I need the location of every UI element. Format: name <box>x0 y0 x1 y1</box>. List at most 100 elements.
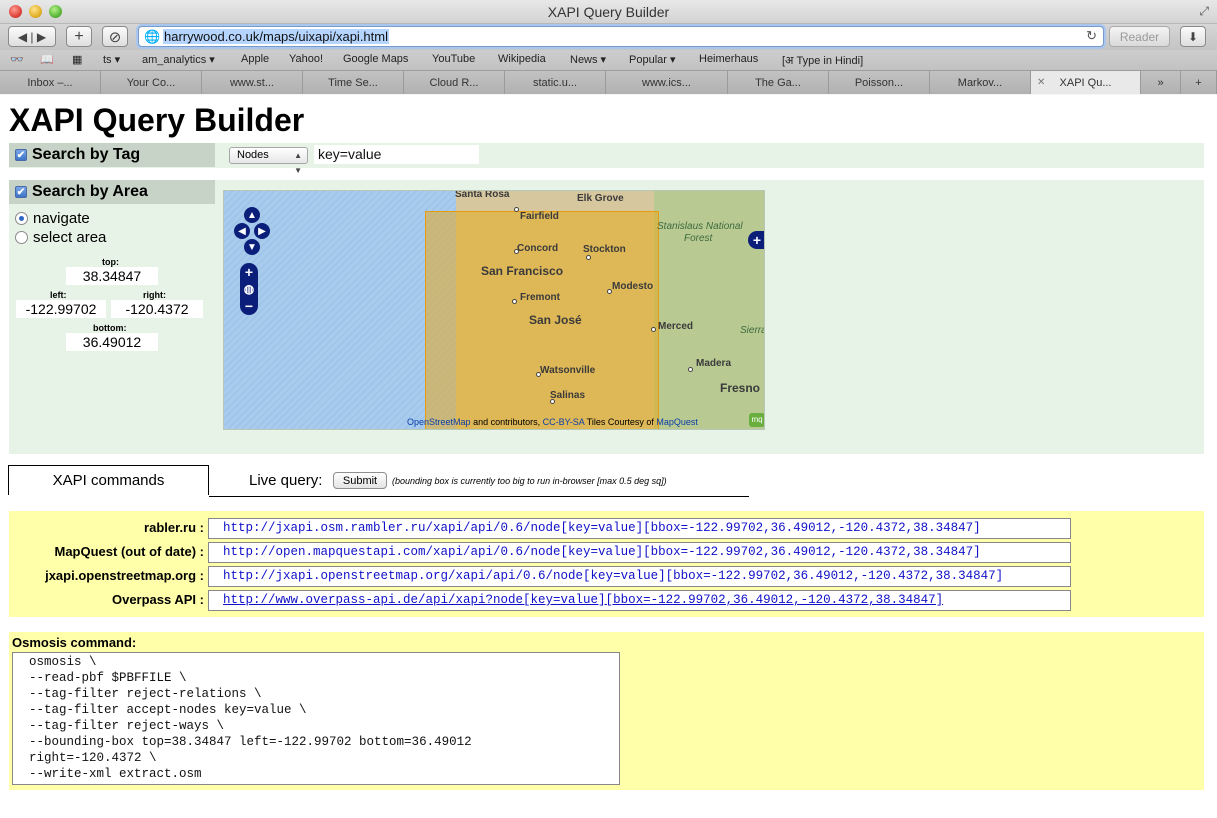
browser-tab[interactable]: The Ga... <box>728 71 829 94</box>
zoom-world-icon[interactable]: ◍ <box>244 282 254 296</box>
browser-tab[interactable]: Time Se... <box>303 71 404 94</box>
zoom-control: + ◍ − <box>240 263 258 315</box>
osmosis-line: osmosis \ <box>29 655 97 669</box>
map-city-dot <box>550 399 555 404</box>
bookmark-item[interactable]: ts ▾ <box>103 53 120 66</box>
reader-button[interactable]: Reader <box>1109 26 1170 47</box>
map-label: Sierra <box>740 325 765 336</box>
url-text[interactable]: harrywood.co.uk/maps/uixapi/xapi.html <box>163 29 389 44</box>
select-area-radio-row[interactable]: select area <box>15 229 106 246</box>
map-city-dot <box>514 207 519 212</box>
fullscreen-icon[interactable]: ⤢ <box>1199 4 1209 19</box>
browser-tab[interactable]: Poisson... <box>829 71 930 94</box>
bookmark-item[interactable]: [अ Type in Hindi] <box>782 53 863 68</box>
bookmark-item[interactable]: Yahoo! <box>289 53 323 65</box>
add-bookmark-button[interactable]: + <box>66 26 92 47</box>
bookmark-item[interactable]: am_analytics ▾ <box>142 53 215 66</box>
browser-tab[interactable]: Inbox –... <box>0 71 101 94</box>
browser-tab[interactable]: Markov... <box>930 71 1031 94</box>
map-viewport[interactable]: Santa Rosa Elk Grove Fairfield Concord S… <box>223 190 765 430</box>
osmosis-line: --tag-filter reject-relations \ <box>29 687 262 701</box>
tab-label: www.ics... <box>642 76 691 89</box>
close-tab-icon[interactable]: ✕ <box>1037 77 1045 88</box>
pan-right-icon[interactable]: ▶ <box>254 223 270 239</box>
osmosis-line: --tag-filter accept-nodes key=value \ <box>29 703 307 717</box>
osmosis-title: Osmosis command: <box>12 635 137 650</box>
map-label: Modesto <box>612 281 654 292</box>
bookmark-item[interactable]: News ▾ <box>570 53 606 66</box>
bookmark-item[interactable]: YouTube <box>432 53 475 65</box>
element-type-select[interactable]: Nodes ▲ ▼ <box>229 147 308 175</box>
osm-link[interactable]: OpenStreetMap <box>407 417 471 427</box>
pan-down-icon[interactable]: ▼ <box>244 239 260 255</box>
more-tabs-button[interactable]: » <box>1141 71 1181 94</box>
bookmark-item[interactable]: Apple <box>241 53 269 65</box>
submit-button[interactable]: Submit <box>333 472 387 489</box>
search-by-tag-checkbox[interactable]: ✔ <box>15 149 27 161</box>
tab-label: static.u... <box>532 76 578 89</box>
mapquest-link[interactable]: MapQuest <box>656 417 698 427</box>
select-area-radio[interactable] <box>15 231 28 244</box>
tab-divider <box>209 496 749 497</box>
chevron-right-icon: » <box>1157 76 1164 89</box>
browser-tab[interactable]: Cloud R... <box>404 71 505 94</box>
reload-icon[interactable]: ↻ <box>1086 28 1097 44</box>
search-by-area-header: ✔ Search by Area <box>9 180 215 204</box>
back-forward-buttons[interactable]: ◀ | ▶ <box>8 26 56 47</box>
tab-label: Time Se... <box>328 76 378 89</box>
map-label: Stanislaus National <box>657 221 743 232</box>
map-city-dot <box>688 367 693 372</box>
api-url-link[interactable]: http://www.overpass-api.de/api/xapi?node… <box>208 590 1071 611</box>
zoom-out-icon[interactable]: − <box>245 298 253 314</box>
search-by-tag-header: ✔ Search by Tag <box>9 143 215 167</box>
left-coordinate-field[interactable]: -122.99702 <box>16 300 106 318</box>
bookmarks-book-icon[interactable]: 📖 <box>40 53 54 66</box>
api-name: Overpass API : <box>111 592 204 607</box>
api-url-field[interactable]: http://jxapi.osm.rambler.ru/xapi/api/0.6… <box>208 518 1071 539</box>
top-coordinate-field[interactable]: 38.34847 <box>66 267 158 285</box>
map-city-dot <box>607 289 612 294</box>
reading-list-icon[interactable]: 👓 <box>10 53 24 66</box>
api-url-field[interactable]: http://jxapi.openstreetmap.org/xapi/api/… <box>208 566 1071 587</box>
tab-label: Inbox –... <box>27 76 73 89</box>
tiles-text: Tiles Courtesy of <box>586 417 654 427</box>
stop-button[interactable]: ⊘ <box>102 26 128 47</box>
map-attribution: OpenStreetMap and contributors, CC-BY-SA… <box>407 417 698 427</box>
map-city-dot <box>514 249 519 254</box>
key-value-input[interactable]: key=value <box>314 145 479 164</box>
bookmark-item[interactable]: Wikipedia <box>498 53 546 65</box>
api-url-field[interactable]: http://open.mapquestapi.com/xapi/api/0.6… <box>208 542 1071 563</box>
browser-tab[interactable]: static.u... <box>505 71 606 94</box>
bookmarks-bar: 👓 📖 ▦ ts ▾ am_analytics ▾ Apple Yahoo! G… <box>0 50 1217 70</box>
browser-tab[interactable]: Your Co... <box>101 71 202 94</box>
zoom-in-icon[interactable]: + <box>245 264 253 280</box>
top-sites-grid-icon[interactable]: ▦ <box>72 53 82 66</box>
bookmark-item[interactable]: Google Maps <box>343 53 408 65</box>
osmosis-line: --bounding-box top=38.34847 left=-122.99… <box>29 735 472 749</box>
browser-tab-active[interactable]: ✕ XAPI Qu... <box>1031 71 1141 94</box>
browser-tab[interactable]: www.ics... <box>606 71 728 94</box>
search-by-area-checkbox[interactable]: ✔ <box>15 186 27 198</box>
tab-label: XAPI Qu... <box>1059 76 1112 89</box>
bookmark-item[interactable]: Popular ▾ <box>629 53 676 66</box>
browser-tab[interactable]: www.st... <box>202 71 303 94</box>
back-arrow-icon[interactable]: ◀ <box>18 30 27 44</box>
osmosis-command-box[interactable]: osmosis \ --read-pbf $PBFFILE \ --tag-fi… <box>12 652 620 785</box>
layer-switcher-icon[interactable]: + <box>748 231 764 249</box>
cc-by-sa-link[interactable]: CC-BY-SA <box>543 417 585 427</box>
pan-up-icon[interactable]: ▲ <box>244 207 260 223</box>
new-tab-button[interactable]: + <box>1181 71 1217 94</box>
map-label: Santa Rosa <box>455 190 510 200</box>
forward-arrow-icon[interactable]: ▶ <box>37 30 46 44</box>
url-field[interactable]: 🌐 harrywood.co.uk/maps/uixapi/xapi.html … <box>138 26 1104 47</box>
navigate-radio-row[interactable]: navigate <box>15 210 90 227</box>
osmosis-line: --tag-filter reject-ways \ <box>29 719 225 733</box>
pan-left-icon[interactable]: ◀ <box>234 223 250 239</box>
navigate-radio[interactable] <box>15 212 28 225</box>
tab-xapi-commands[interactable]: XAPI commands <box>8 465 209 495</box>
chevron-updown-icon: ▲ ▼ <box>294 151 302 175</box>
bookmark-item[interactable]: Heimerhaus <box>699 53 758 65</box>
bottom-coordinate-field[interactable]: 36.49012 <box>66 333 158 351</box>
downloads-button[interactable]: ⬇ <box>1180 26 1206 47</box>
right-coordinate-field[interactable]: -120.4372 <box>111 300 203 318</box>
